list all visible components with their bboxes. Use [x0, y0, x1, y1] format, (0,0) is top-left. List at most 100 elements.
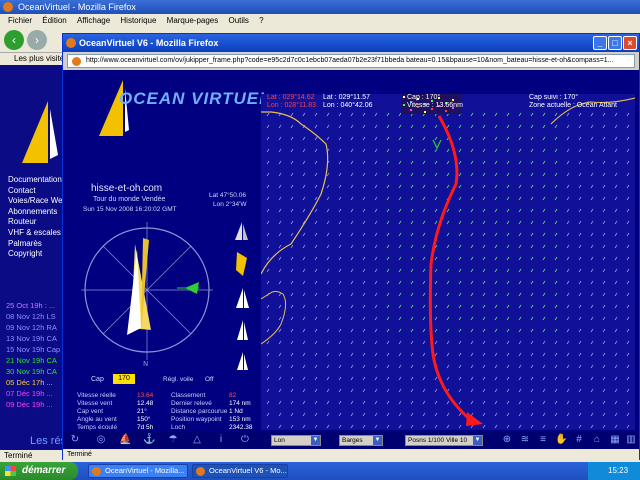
- stat-label: Loch: [171, 424, 186, 431]
- start-button[interactable]: démarrer: [0, 462, 78, 480]
- grid-icon[interactable]: #: [573, 434, 585, 446]
- taskbar-item-oceanvirtuel[interactable]: OceanVirtuel - Mozilla...: [88, 464, 188, 478]
- minimize-button[interactable]: _: [593, 36, 607, 50]
- wind-arrow: [482, 172, 486, 177]
- wind-arrow: [554, 220, 558, 225]
- wind-arrow: [506, 352, 510, 357]
- wind-arrow: [338, 160, 342, 165]
- race-list-item[interactable]: 15 Nov 19h Cap: [6, 345, 60, 354]
- taskbar-item-oceanvirtuel-v6[interactable]: OceanVirtuel V6 - Mo...: [192, 464, 288, 478]
- sail-selection-icons[interactable]: [233, 220, 251, 380]
- wind-arrow: [350, 268, 354, 273]
- wind-arrow: [446, 292, 450, 297]
- back-arrow-icon[interactable]: ‹: [4, 30, 24, 50]
- wind-arrow: [314, 304, 318, 309]
- wind-arrow: [266, 160, 270, 165]
- wind-arrow: [410, 328, 414, 333]
- wind-arrow: [602, 280, 606, 285]
- race-list-item[interactable]: 07 Déc 19h ...: [6, 389, 53, 398]
- popup-url-bar[interactable]: http://www.oceanvirtuel.com/ov/jukipper_…: [67, 54, 635, 68]
- cap-input[interactable]: 170: [113, 374, 135, 384]
- compass-icon[interactable]: ◎: [95, 434, 107, 446]
- wind-arrow: [266, 340, 270, 345]
- wind-arrow: [494, 316, 498, 321]
- home-icon[interactable]: ⌂: [591, 434, 603, 446]
- race-list-item[interactable]: 25 Oct 19h : ...: [6, 301, 55, 310]
- wind-arrow: [518, 208, 522, 213]
- side-menu-item[interactable]: Routeur: [8, 217, 36, 226]
- race-list-item[interactable]: 05 Déc 17h ...: [6, 378, 53, 387]
- forward-arrow-icon[interactable]: ›: [27, 30, 47, 50]
- parachute-icon[interactable]: ☂: [167, 434, 179, 446]
- maximize-button[interactable]: □: [608, 36, 622, 50]
- wind-arrow: [506, 232, 510, 237]
- zoom-icon[interactable]: ⊕: [501, 434, 513, 446]
- menu-marque-pages[interactable]: Marque-pages: [167, 16, 219, 25]
- side-menu-item[interactable]: Palmarès: [8, 239, 42, 248]
- race-list-item[interactable]: 13 Nov 19h CA: [6, 334, 57, 343]
- wind-arrow: [482, 376, 486, 381]
- side-menu-item[interactable]: Abonnements: [8, 207, 57, 216]
- compass-rose[interactable]: N: [75, 210, 225, 370]
- bookmark-most-visited[interactable]: Les plus visités: [14, 54, 68, 63]
- position-select[interactable]: Posns 1/100 Ville 10 ▼: [405, 435, 483, 446]
- sail-icon[interactable]: ⛵: [119, 434, 131, 446]
- race-list-item[interactable]: 08 Nov 12h LS: [6, 312, 56, 321]
- side-menu-item[interactable]: Copyright: [8, 249, 42, 258]
- race-list-item[interactable]: 09 Nov 12h RA: [6, 323, 57, 332]
- race-list-item[interactable]: 21 Nov 19h CA: [6, 356, 57, 365]
- wind-arrow: [362, 352, 366, 357]
- wind-arrow: [554, 304, 558, 309]
- wind-icon[interactable]: ≋: [519, 434, 531, 446]
- wind-arrow: [590, 124, 594, 129]
- race-list-item[interactable]: 30 Nov 19h CA: [6, 367, 57, 376]
- race-map[interactable]: Lat : 029°14.62 Lon : 028°11.83 Lat : 029°…: [261, 94, 635, 430]
- wind-arrow: [290, 124, 294, 129]
- refresh-icon[interactable]: ↻: [69, 434, 81, 446]
- wind-arrow: [602, 208, 606, 213]
- menu-edition[interactable]: Édition: [42, 16, 66, 25]
- wind-arrow: [362, 148, 366, 153]
- wind-arrow: [302, 280, 306, 285]
- side-menu-item[interactable]: VHF & escales: [8, 228, 61, 237]
- wind-arrow: [338, 184, 342, 189]
- info-icon[interactable]: i: [215, 434, 227, 446]
- wind-arrow: [554, 160, 558, 165]
- wind-arrow: [506, 196, 510, 201]
- side-menu-item[interactable]: Contact: [8, 186, 36, 195]
- warning-icon[interactable]: △: [191, 434, 203, 446]
- power-icon[interactable]: ⏻: [239, 434, 251, 446]
- menu-affichage[interactable]: Affichage: [77, 16, 110, 25]
- fleet-icon[interactable]: ⚓: [143, 434, 155, 446]
- side-menu-item[interactable]: Documentation: [8, 175, 62, 184]
- wind-arrow: [374, 412, 378, 417]
- wind-arrow: [398, 304, 402, 309]
- chart-icon[interactable]: ▥: [625, 434, 637, 446]
- longitude-select[interactable]: Lon ▼: [271, 435, 321, 446]
- wind-arrow: [590, 112, 594, 117]
- wind-arrow: [470, 124, 474, 129]
- map-icon[interactable]: ▦: [609, 434, 621, 446]
- menu-historique[interactable]: Historique: [120, 16, 156, 25]
- hand-icon[interactable]: ✋: [555, 434, 567, 446]
- wind-arrow: [386, 232, 390, 237]
- close-button[interactable]: ×: [623, 36, 637, 50]
- wind-arrow: [278, 340, 282, 345]
- layers-icon[interactable]: ≡: [537, 434, 549, 446]
- clock: 15:23: [608, 466, 629, 475]
- wind-arrow: [494, 364, 498, 369]
- wind-arrow: [350, 184, 354, 189]
- menu-help[interactable]: ?: [259, 16, 263, 25]
- menu-outils[interactable]: Outils: [228, 16, 248, 25]
- race-list-item[interactable]: 09 Déc 19h ...: [6, 400, 53, 409]
- side-menu-item[interactable]: Voies/Race Week: [8, 196, 62, 205]
- reglage-value[interactable]: Off: [205, 376, 214, 383]
- menu-fichier[interactable]: Fichier: [8, 16, 32, 25]
- wind-arrow: [362, 328, 366, 333]
- boats-select[interactable]: Barges ▼: [339, 435, 383, 446]
- wind-arrow: [326, 268, 330, 273]
- wind-arrow: [338, 292, 342, 297]
- wind-arrow: [482, 220, 486, 225]
- wind-arrow: [422, 400, 426, 405]
- wind-arrow: [566, 196, 570, 201]
